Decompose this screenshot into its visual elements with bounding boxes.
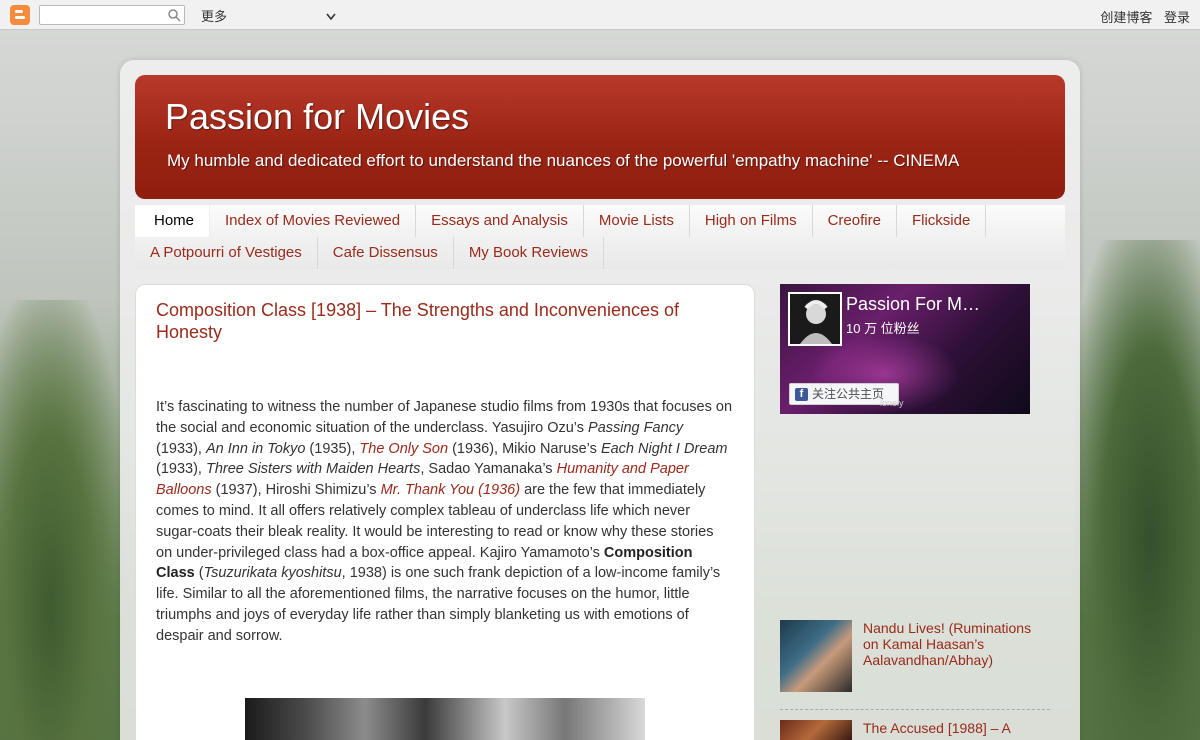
related-post-link[interactable]: The Accused [1988] – A (863, 720, 1048, 736)
list-item[interactable]: Nandu Lives! (Ruminations on Kamal Haasa… (780, 620, 1050, 710)
facebook-page-widget[interactable]: Passion For M… 10 万 位粉丝 f 关注公共主页 lonely (780, 284, 1030, 414)
post-thumbnail[interactable] (780, 720, 852, 740)
navbar-more-menu[interactable]: 更多 (201, 6, 227, 25)
tab-book-reviews[interactable]: My Book Reviews (454, 237, 605, 269)
blog-post: Composition Class [1938] – The Strengths… (135, 284, 755, 740)
post-body: It’s fascinating to witness the number o… (156, 397, 732, 647)
tab-essays[interactable]: Essays and Analysis (416, 205, 584, 237)
film-title: Tsuzurikata kyoshitsu (203, 565, 342, 582)
fb-fan-count: 10 万 位粉丝 (846, 321, 920, 336)
related-post-link[interactable]: Nandu Lives! (Ruminations on Kamal Haasa… (863, 620, 1048, 668)
post-text: , Sadao Yamanaka’s (420, 461, 557, 478)
film-title: Each Night I Dream (600, 440, 728, 457)
post-text: (1933), (156, 440, 206, 457)
tab-potpourri[interactable]: A Potpourri of Vestiges (135, 237, 318, 269)
post-text: (1936), Mikio Naruse’s (448, 440, 601, 457)
film-link[interactable]: Mr. Thank You (381, 482, 475, 498)
blogger-navbar: 更多 创建博客 登录 (0, 0, 1200, 30)
facebook-icon: f (795, 388, 808, 401)
create-blog-link[interactable]: 创建博客 (1100, 10, 1152, 25)
login-link[interactable]: 登录 (1164, 10, 1190, 25)
film-title: Three Sisters with Maiden Hearts (205, 461, 421, 478)
blog-description: My humble and dedicated effort to unders… (167, 151, 960, 170)
blog-title[interactable]: Passion for Movies (165, 96, 469, 138)
tab-row-1: Home Index of Movies Reviewed Essays and… (135, 205, 987, 237)
tab-row-2: A Potpourri of Vestiges Cafe Dissensus M… (135, 237, 605, 269)
blogger-logo-icon[interactable] (10, 5, 30, 25)
tab-high-on-films[interactable]: High on Films (690, 205, 813, 237)
post-text: (1933), (156, 461, 206, 478)
film-title: An Inn in Tokyo (205, 440, 306, 457)
search-icon[interactable] (167, 8, 181, 27)
avatar[interactable] (788, 292, 842, 346)
chevron-down-icon[interactable] (326, 8, 336, 26)
page-tabs: Home Index of Movies Reviewed Essays and… (135, 205, 1065, 269)
film-link-year[interactable]: (1936) (474, 482, 520, 498)
background-right-hill (1075, 240, 1200, 740)
fb-page-name[interactable]: Passion For M… (846, 294, 1026, 315)
tab-flickside[interactable]: Flickside (897, 205, 987, 237)
tab-home[interactable]: Home (135, 205, 211, 237)
post-text: (1937), Hiroshi Shimizu’s (211, 482, 381, 499)
post-still-image (245, 698, 645, 740)
tab-index-of-movies[interactable]: Index of Movies Reviewed (210, 205, 417, 237)
navbar-right-links: 创建博客 登录 (1092, 7, 1190, 26)
film-title: Passing Fancy (588, 419, 684, 436)
film-link[interactable]: The Only Son (359, 441, 448, 457)
tab-cafe-dissensus[interactable]: Cafe Dissensus (318, 237, 454, 269)
post-title[interactable]: Composition Class [1938] – The Strengths… (156, 299, 716, 343)
post-text: ( (194, 565, 204, 582)
fb-follow-label: 关注公共主页 (812, 387, 885, 401)
background-left-hill (0, 300, 125, 740)
tab-movie-lists[interactable]: Movie Lists (584, 205, 690, 237)
blog-header: Passion for Movies My humble and dedicat… (135, 75, 1065, 199)
post-thumbnail[interactable] (780, 620, 852, 692)
fb-cover-caption: lonely (880, 398, 904, 408)
navbar-search-input[interactable] (39, 5, 185, 25)
tab-creofire[interactable]: Creofire (813, 205, 897, 237)
post-text: (1935), (305, 440, 360, 457)
